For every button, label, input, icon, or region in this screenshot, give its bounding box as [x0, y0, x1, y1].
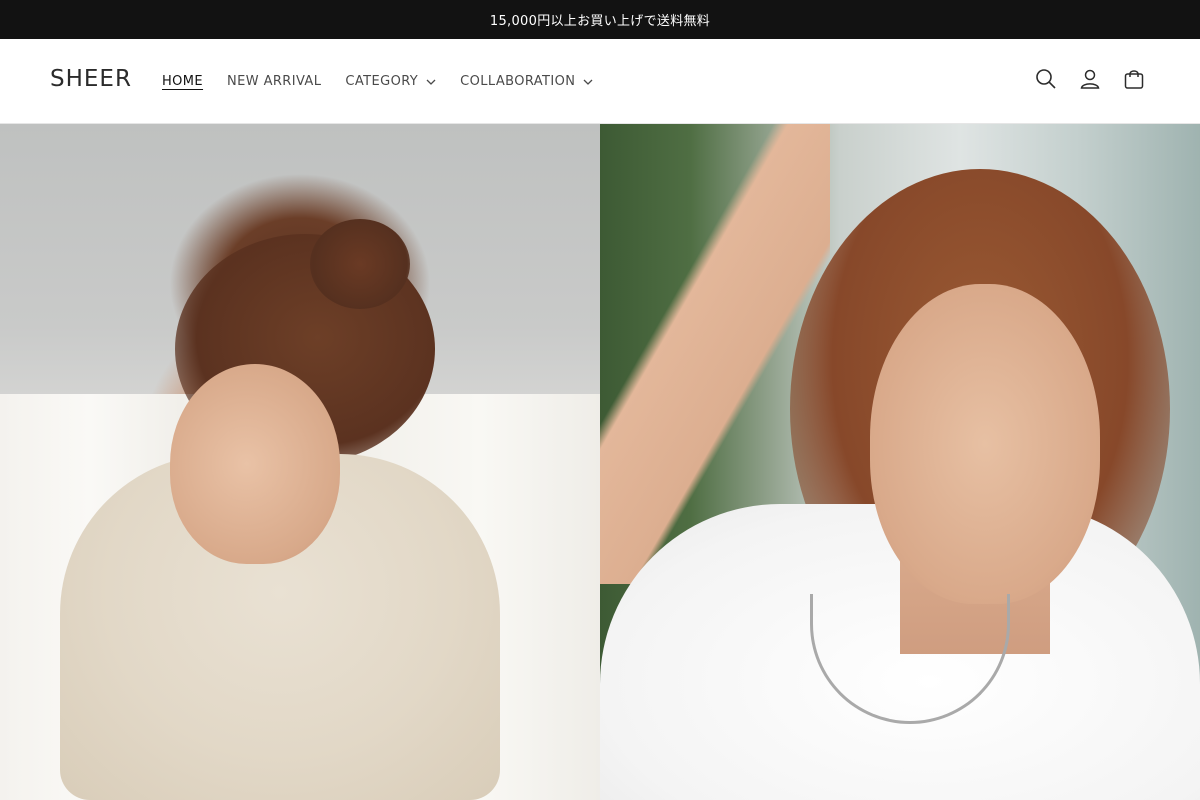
site-logo[interactable]: SHEER [50, 66, 132, 92]
search-button[interactable] [1024, 59, 1068, 103]
account-button[interactable] [1068, 59, 1112, 103]
hero-image-right[interactable] [600, 124, 1200, 800]
account-icon [1079, 68, 1101, 94]
chevron-down-icon [583, 77, 593, 87]
nav-item-new-arrival[interactable]: NEW ARRIVAL [215, 62, 333, 102]
chevron-down-icon [426, 77, 436, 87]
nav-item-label: NEW ARRIVAL [227, 74, 322, 89]
main-nav: HOME NEW ARRIVAL CATEGORY COLLABORATION [150, 39, 605, 124]
header-icons [1024, 59, 1156, 103]
search-icon [1035, 68, 1057, 94]
nav-item-label: CATEGORY [345, 74, 419, 89]
cart-icon [1123, 68, 1145, 94]
announcement-bar: 15,000円以上お買い上げで送料無料 [0, 0, 1200, 39]
nav-item-category[interactable]: CATEGORY [333, 62, 448, 102]
hair-bun-shape [310, 219, 410, 309]
nav-item-collaboration[interactable]: COLLABORATION [448, 62, 605, 102]
face-shape [170, 364, 340, 564]
nav-item-home[interactable]: HOME [150, 62, 215, 102]
site-header: SHEER HOME NEW ARRIVAL CATEGORY COLLABOR… [0, 39, 1200, 124]
announcement-text: 15,000円以上お買い上げで送料無料 [489, 14, 711, 29]
hero-banner [0, 124, 1200, 800]
face-shape [870, 284, 1100, 604]
hero-image-left[interactable] [0, 124, 600, 800]
nav-item-label: HOME [162, 74, 204, 89]
cart-button[interactable] [1112, 59, 1156, 103]
nav-item-label: COLLABORATION [460, 74, 576, 89]
